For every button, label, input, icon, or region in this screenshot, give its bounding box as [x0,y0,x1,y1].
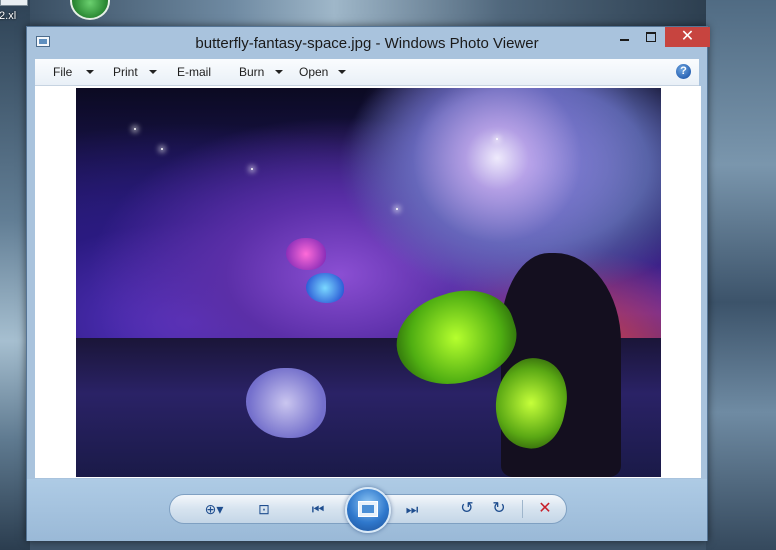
photo-star [251,168,253,170]
help-icon[interactable]: ? [676,64,691,79]
next-icon[interactable]: ⏭ [392,495,432,523]
menu-burn[interactable]: Burn [239,59,264,85]
menu-email[interactable]: E-mail [177,59,211,85]
photo-purple-butterfly [246,368,326,438]
desktop-background-top [30,0,706,28]
menu-bar: File Print E-mail Burn Open ? [35,59,699,86]
actual-size-icon[interactable]: ⊡ [250,495,278,523]
window-title: butterfly-fantasy-space.jpg - Windows Ph… [195,35,539,52]
title-bar[interactable]: butterfly-fantasy-space.jpg - Windows Ph… [27,27,710,58]
menu-open[interactable]: Open [299,59,328,85]
delete-icon[interactable]: ✕ [532,495,558,523]
green-app-icon [70,0,110,20]
menu-file[interactable]: File [53,59,72,85]
print-dropdown-icon[interactable] [149,70,157,74]
zoom-icon[interactable]: ⊕▾ [196,495,232,523]
close-button[interactable]: ✕ [665,27,710,47]
photo-star [396,208,398,210]
desktop-background-right [706,0,776,550]
burn-dropdown-icon[interactable] [275,70,283,74]
photo-viewer-window: butterfly-fantasy-space.jpg - Windows Ph… [26,26,710,541]
file-dropdown-icon[interactable] [86,70,94,74]
open-dropdown-icon[interactable] [338,70,346,74]
slideshow-button[interactable] [345,487,391,533]
minimize-button[interactable] [611,27,638,47]
menu-print[interactable]: Print [113,59,138,85]
rotate-clockwise-icon[interactable]: ↻ [486,495,512,523]
photo-blue-butterfly [306,273,344,303]
photo-pink-butterfly [286,238,326,270]
previous-icon[interactable]: ⏮ [298,495,338,523]
photo-star [134,128,136,130]
slideshow-icon [358,501,378,517]
rotate-counterclockwise-icon[interactable]: ↺ [454,495,480,523]
displayed-photo [76,88,661,477]
desktop-icon-app[interactable] [66,0,116,22]
desktop-background-bottom [30,540,706,550]
spreadsheet-icon [0,0,28,6]
photo-star [496,138,498,140]
image-viewport[interactable] [35,86,701,478]
desktop-icon-label: t2.xl [0,10,17,22]
navigation-toolbar: ⊕▾ ⊡ ⏮ ⏭ ↺ ↻ ✕ [27,479,707,541]
maximize-button[interactable] [638,27,665,47]
toolbar-separator [522,500,523,518]
photo-star [161,148,163,150]
